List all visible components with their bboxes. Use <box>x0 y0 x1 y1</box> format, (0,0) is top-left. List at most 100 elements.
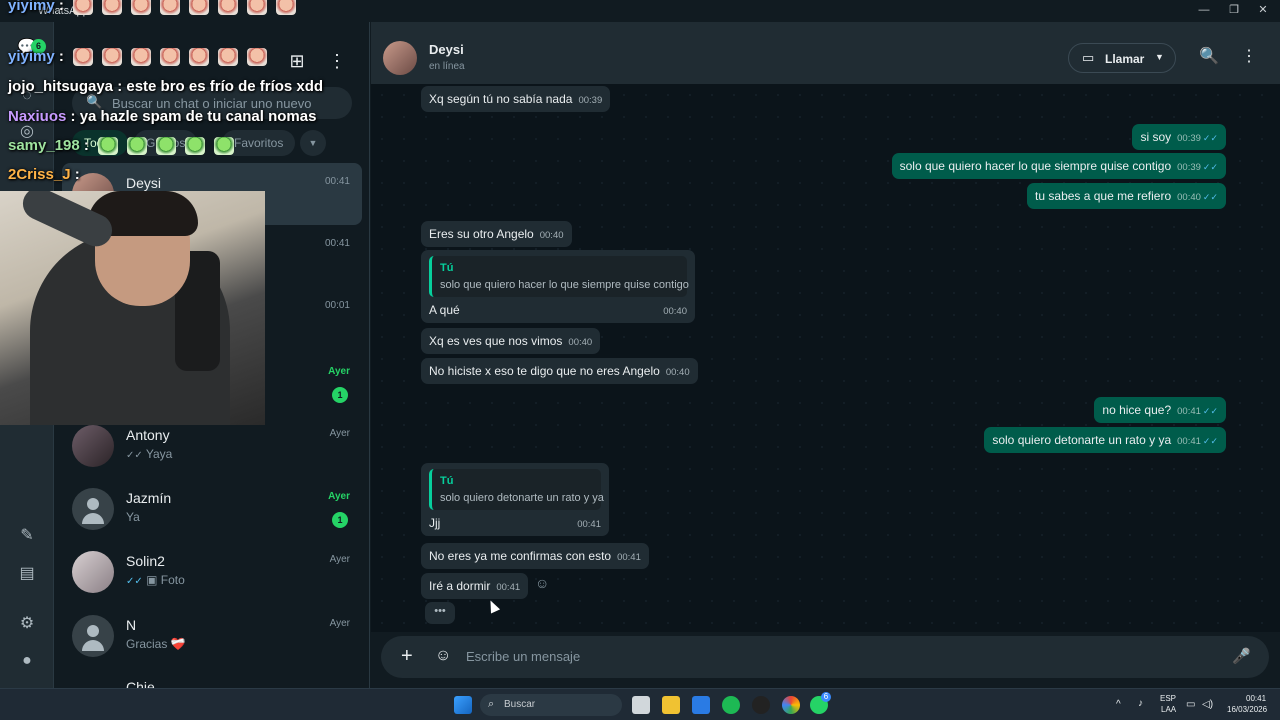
microphone-icon[interactable]: 🎤 <box>1232 647 1251 665</box>
call-button[interactable]: ▭ Llamar ▼ <box>1068 43 1176 73</box>
emote-icon <box>184 137 205 156</box>
attach-icon[interactable]: + <box>401 645 413 668</box>
clock-time[interactable]: 00:41 <box>1246 694 1266 703</box>
clock-date[interactable]: 16/03/2026 <box>1227 705 1267 714</box>
chat-time: 00:41 <box>324 238 350 249</box>
archived-icon[interactable]: ▤ <box>17 564 37 584</box>
message-bubble-incoming[interactable]: Xq es ves que nos vimos 00:40 <box>421 328 601 354</box>
task-view-icon[interactable] <box>632 696 650 714</box>
typing-indicator-icon: ••• <box>425 602 455 624</box>
emote-icon <box>155 137 176 156</box>
photo-icon: ▣ <box>146 573 158 587</box>
message-text: Xq según tú no sabía nada <box>429 92 573 106</box>
unread-badge: 1 <box>332 387 348 403</box>
message-bubble-outgoing[interactable]: solo quiero detonarte un rato y ya 00:41 ✓… <box>984 427 1226 453</box>
network-icon[interactable]: ▭ <box>1186 699 1195 710</box>
search-icon: ⌕ <box>488 698 495 710</box>
message-bubble-outgoing[interactable]: si soy 00:39 ✓✓ <box>1132 124 1226 150</box>
message-bubble-incoming[interactable]: Eres su otro Angelo 00:40 <box>421 221 572 247</box>
chat-name: N <box>126 617 137 633</box>
chat-preview: Ya <box>126 510 140 524</box>
emote-icon <box>217 0 238 16</box>
quoted-message[interactable]: Tú solo quiero detonarte un rato y ya <box>429 469 604 510</box>
stream-chat-user: yiyimy <box>8 0 55 14</box>
message-text: si soy <box>1140 130 1172 144</box>
emote-icon <box>217 48 238 67</box>
message-time: 00:41 <box>577 519 601 530</box>
search-in-chat-icon[interactable]: 🔍 <box>1199 47 1219 67</box>
message-bubble-outgoing[interactable]: solo que quiero hacer lo que siempre qui… <box>891 153 1226 179</box>
message-time: 00:41 <box>617 552 641 563</box>
volume-icon[interactable]: ◁) <box>1202 699 1213 710</box>
message-bubble-incoming[interactable]: Xq según tú no sabía nada 00:39 <box>421 86 611 112</box>
react-emoji-icon[interactable]: ☺ <box>535 575 551 591</box>
contact-avatar[interactable] <box>383 41 417 75</box>
file-explorer-icon[interactable] <box>662 696 680 714</box>
keyboard-layout[interactable]: LAA <box>1161 705 1176 714</box>
message-time: 00:40 <box>665 367 690 378</box>
conversation-header[interactable]: Deysi en línea ▭ Llamar ▼ 🔍 ⋮ <box>371 22 1280 84</box>
stream-chat-user: yiyimy <box>8 48 55 65</box>
minimize-button[interactable]: — <box>1197 3 1211 17</box>
message-input[interactable]: Escribe un mensaje <box>466 649 580 664</box>
stream-chat-text: : <box>83 137 89 154</box>
windows-start-icon[interactable] <box>454 696 472 714</box>
chat-preview-text: Yaya <box>145 447 173 461</box>
message-bubble-incoming[interactable]: No hiciste x eso te digo que no eres Ang… <box>421 358 698 384</box>
stream-chat-user: Naxiuos <box>8 108 67 125</box>
chat-menu-icon[interactable]: ⋮ <box>1239 47 1259 67</box>
tray-overflow-icon[interactable]: ^ <box>1116 699 1121 710</box>
message-list[interactable]: Xq según tú no sabía nada 00:39 si soy 00:… <box>371 84 1280 632</box>
taskbar-search[interactable]: ⌕ Buscar <box>480 694 622 716</box>
profile-icon[interactable]: ● <box>17 651 37 671</box>
chrome-icon[interactable] <box>782 696 800 714</box>
video-call-icon: ▭ <box>1082 50 1095 65</box>
chat-preview: ✓✓ Yaya <box>126 447 172 461</box>
stream-chat-line: 2Criss_J : <box>8 166 80 183</box>
emote-icon <box>130 48 151 67</box>
message-time: 00:40 <box>568 337 593 348</box>
language-indicator[interactable]: ESP <box>1160 694 1176 703</box>
close-button[interactable]: ✕ <box>1256 3 1270 17</box>
chat-time: Ayer <box>329 428 350 439</box>
quoted-message[interactable]: Tú solo que quiero hacer lo que siempre … <box>429 256 689 297</box>
read-check-icon: ✓✓ <box>1202 133 1218 143</box>
emote-icon <box>97 137 118 156</box>
chat-name: Chie <box>126 679 155 688</box>
emote-icon <box>188 0 209 16</box>
message-bubble-reply[interactable]: Tú solo quiero detonarte un rato y ya Jj… <box>421 463 609 536</box>
message-bubble-outgoing[interactable]: tu sabes a que me refiero 00:40 ✓✓ <box>1027 183 1226 209</box>
taskbar-search-label: Buscar <box>504 699 536 710</box>
chat-item-jazmin[interactable]: Jazmín Ya Ayer 1 <box>62 478 362 540</box>
maximize-button[interactable]: ❐ <box>1227 3 1241 17</box>
settings-icon[interactable]: ⚙ <box>17 614 37 634</box>
emoji-sticker-icon[interactable]: ☺ <box>435 647 451 665</box>
chat-item-solin2[interactable]: Solin2 ✓✓ ▣ Foto Ayer <box>62 541 362 603</box>
microphone-tray-icon[interactable]: ♪ <box>1138 698 1143 709</box>
chat-item-n[interactable]: N Gracias ❤️‍🩹 Ayer <box>62 605 362 667</box>
avatar <box>72 425 114 467</box>
emote-icon <box>72 0 93 16</box>
message-input-box[interactable]: + ☺ Escribe un mensaje 🎤 <box>381 636 1269 678</box>
read-check-icon: ✓✓ <box>1202 162 1218 172</box>
chat-time: Ayer <box>328 366 350 377</box>
message-bubble-outgoing[interactable]: no hice que? 00:41 ✓✓ <box>1094 397 1226 423</box>
avatar <box>72 488 114 530</box>
emote-icon <box>72 48 93 67</box>
message-text: solo que quiero hacer lo que siempre qui… <box>899 159 1172 173</box>
emote-icon <box>126 137 147 156</box>
store-icon[interactable] <box>692 696 710 714</box>
starred-messages-icon[interactable]: ✎ <box>17 526 37 546</box>
message-bubble-reply[interactable]: Tú solo que quiero hacer lo que siempre … <box>421 250 695 323</box>
message-bubble-incoming[interactable]: Iré a dormir 00:41 <box>421 573 529 599</box>
stream-chat-line: yiyimy : <box>8 48 267 67</box>
message-bubble-incoming[interactable]: No eres ya me confirmas con esto 00:41 <box>421 543 649 569</box>
spotify-icon[interactable] <box>722 696 740 714</box>
chat-item-chie[interactable]: Chie <box>62 667 362 688</box>
chat-name: Antony <box>126 427 170 443</box>
emote-icon <box>159 48 180 67</box>
stream-chat-user: jojo_hitsugaya <box>8 78 114 95</box>
contact-name[interactable]: Deysi <box>429 42 464 57</box>
stream-chat-user: 2Criss_J <box>8 166 71 183</box>
obs-icon[interactable] <box>752 696 770 714</box>
